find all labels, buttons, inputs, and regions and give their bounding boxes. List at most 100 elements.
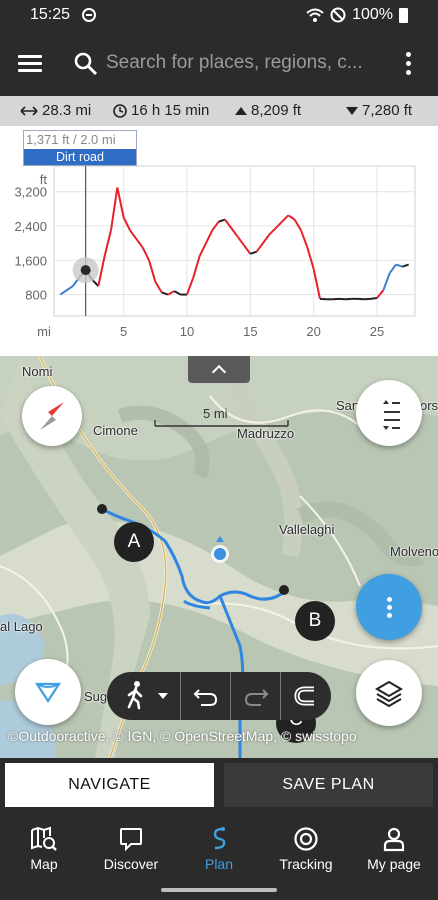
nav-item-tracking[interactable]: Tracking (266, 822, 346, 886)
elevation-line-segment (122, 216, 131, 231)
map-attribution: ©Outdooractive, © IGN, © OpenStreetMap, … (8, 728, 357, 744)
nav-label-discover: Discover (103, 856, 159, 872)
chart-y-tick-label: 1,600 (14, 253, 47, 268)
elevation-line-segment (135, 238, 144, 249)
map-label-al-lago: al Lago (0, 619, 43, 634)
nav-label-my-page: My page (367, 856, 421, 872)
search-icon[interactable] (74, 52, 98, 76)
view-cone-icon (34, 682, 62, 704)
undo-icon (193, 689, 218, 706)
hiking-person-icon (127, 681, 168, 710)
search-input[interactable]: Search for places, regions, c... (106, 52, 366, 76)
map-search-icon (31, 826, 57, 851)
tooltip-value: 1,371 ft / 2.0 mi (26, 132, 116, 147)
elevation-line-segment (148, 260, 157, 282)
distance-value: 28.3 mi (42, 102, 92, 119)
elevation-line-segment (141, 246, 150, 261)
route-stats-bar: 28.3 mi 16 h 15 min 8,209 ft 7,280 ft (0, 96, 438, 126)
chart-cursor-point (80, 265, 91, 276)
person-icon (383, 827, 405, 852)
elevation-line-segment (388, 263, 397, 274)
status-bar: 15:25 100% (0, 0, 438, 32)
elevation-line-segment (268, 227, 277, 236)
clock-icon (113, 103, 127, 118)
do-not-disturb-icon (82, 8, 96, 22)
elevation-line-segment (250, 250, 257, 255)
distance-stat: 28.3 mi (20, 102, 91, 119)
chart-tooltip: 1,371 ft / 2.0 mi Dirt road (23, 130, 137, 166)
planning-toolbar (107, 672, 331, 720)
descent-value: 7,280 ft (362, 102, 413, 119)
magnet-icon (294, 686, 314, 706)
elevation-profile-chart[interactable]: 800 1,600 2,400 3,200 5 10 15 20 25 ft mi 1,371 ft… (0, 126, 438, 356)
screen: 15:25 100% Search for places, regions, c… (0, 0, 438, 900)
route-list-button[interactable] (356, 380, 422, 446)
view-cone-button[interactable] (15, 659, 81, 725)
nav-item-discover[interactable]: Discover (91, 822, 171, 886)
map-layers-button[interactable] (356, 660, 422, 726)
wifi-icon (306, 8, 324, 22)
layers-icon (375, 680, 403, 708)
elevation-line-segment (306, 247, 315, 270)
descent-triangle-icon (346, 106, 358, 115)
elevation-line-segment (103, 230, 112, 257)
map-view[interactable]: Nomi Cimone Madruzzo Vallelaghi Molveno … (0, 356, 438, 758)
status-time: 15:25 (30, 6, 71, 23)
redo-button[interactable] (231, 672, 281, 720)
ascent-value: 8,209 ft (251, 102, 302, 119)
magnet-snap-button[interactable] (281, 672, 331, 720)
chart-x-tick-label: 10 (180, 324, 194, 339)
compass-button[interactable] (22, 386, 82, 446)
chart-x-tick-label: 20 (306, 324, 320, 339)
elevation-line-segment (198, 242, 207, 257)
elevation-line-segment (205, 229, 214, 244)
ascent-triangle-icon (235, 106, 247, 115)
chart-x-tick-label: 25 (370, 324, 384, 339)
nav-item-plan[interactable]: Plan (179, 822, 259, 886)
elevation-line-segment (129, 229, 138, 240)
elevation-line-segment (218, 218, 226, 223)
elevation-line-segment (192, 255, 201, 278)
descent-stat: 7,280 ft (346, 102, 412, 119)
activity-select-button[interactable] (107, 672, 181, 720)
overflow-menu-icon[interactable] (406, 52, 412, 76)
chart-y-tick-label: 800 (25, 288, 47, 303)
duration-stat: 16 h 15 min (113, 102, 209, 119)
collapse-chart-button[interactable] (188, 356, 250, 383)
elevation-line-segment (300, 229, 309, 248)
distance-arrows-icon (20, 105, 38, 116)
battery-icon (399, 7, 408, 23)
record-icon (294, 827, 318, 851)
elevation-line-segment (382, 272, 391, 291)
map-label-madruzzo: Madruzzo (237, 426, 295, 441)
tooltip-surface: Dirt road (24, 149, 136, 165)
elevation-line-segment (173, 290, 182, 296)
elevation-line-segment (274, 221, 283, 229)
nav-item-my-page[interactable]: My page (354, 822, 434, 886)
chart-y-unit-label: ft (40, 172, 48, 187)
elevation-line-segment (370, 297, 378, 300)
elevation-line-segment (230, 227, 239, 238)
nav-label-plan: Plan (204, 856, 234, 872)
map-label-molveno: Molveno (390, 544, 438, 559)
chart-x-tick-label: 5 (120, 324, 127, 339)
route-marker-a[interactable]: A (114, 522, 154, 562)
nav-item-map[interactable]: Map (4, 822, 84, 886)
chart-y-tick-label: 2,400 (14, 219, 47, 234)
ascent-stat: 8,209 ft (235, 102, 301, 119)
elevation-line-segment (395, 263, 403, 268)
map-scale-label: 5 mi (203, 406, 228, 421)
nav-label-tracking: Tracking (279, 856, 333, 872)
navigate-button[interactable]: NAVIGATE (5, 763, 214, 807)
more-options-button[interactable] (356, 574, 422, 640)
no-sim-icon (330, 7, 346, 23)
map-label-nomi: Nomi (22, 364, 53, 379)
save-plan-button[interactable]: SAVE PLAN (224, 763, 433, 807)
home-indicator (161, 888, 277, 892)
hamburger-menu-icon[interactable] (18, 55, 42, 73)
undo-button[interactable] (181, 672, 231, 720)
map-label-orso: orso (420, 398, 438, 413)
route-marker-b[interactable]: B (295, 601, 335, 641)
elevation-line-segment (281, 214, 290, 223)
nav-label-map: Map (30, 856, 58, 872)
